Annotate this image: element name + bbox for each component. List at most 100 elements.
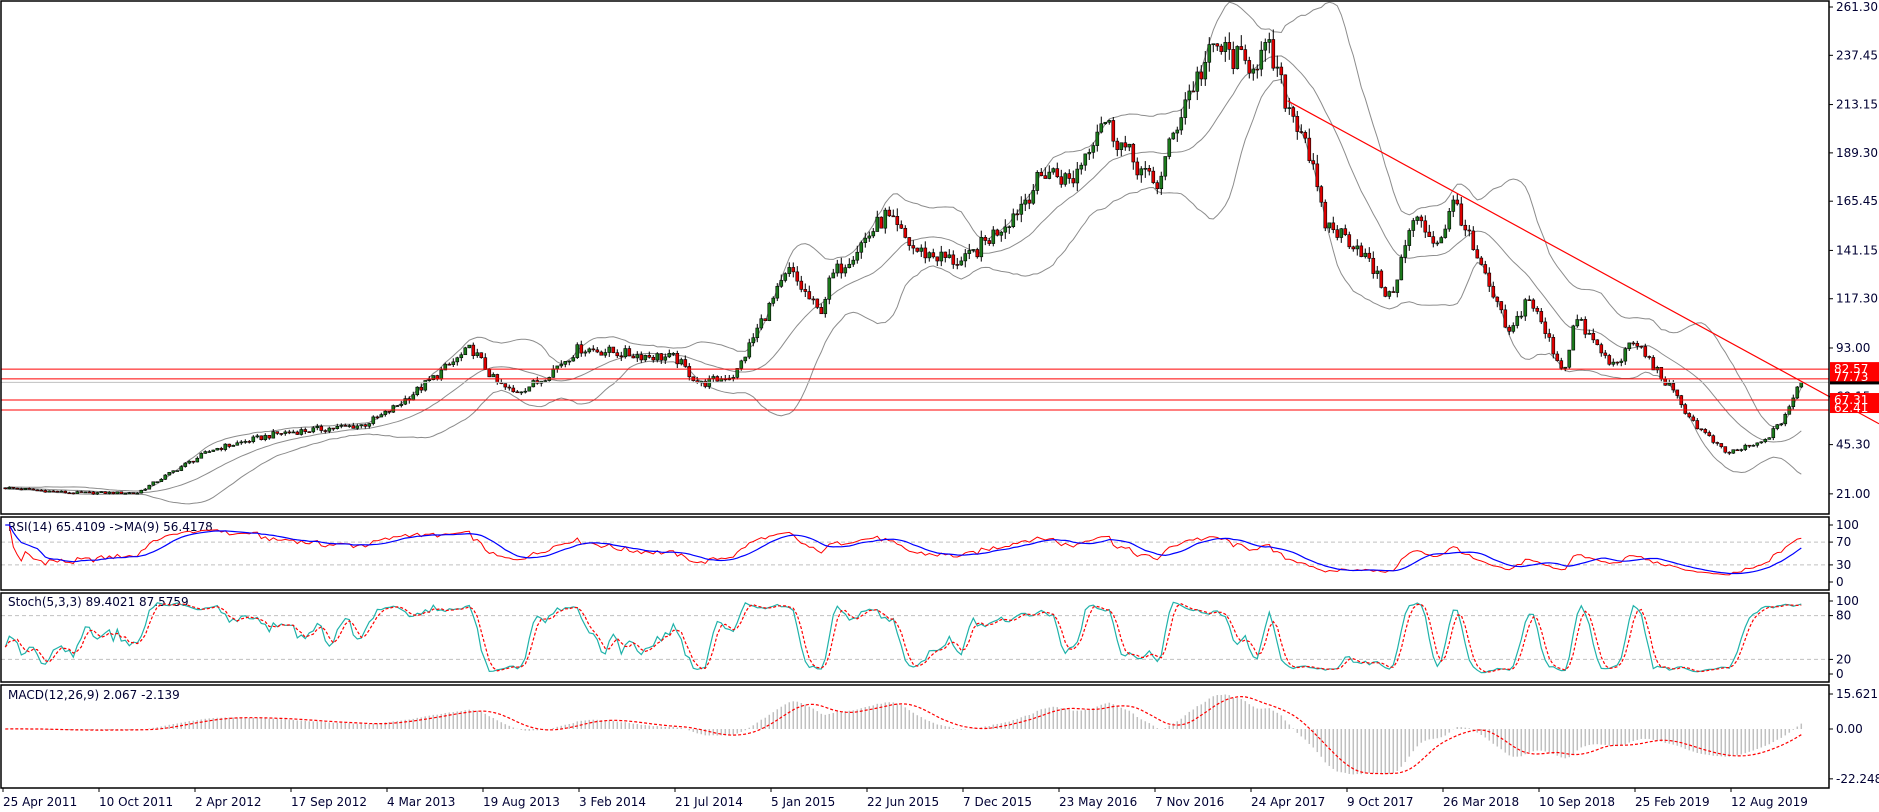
candle: [751, 333, 756, 347]
candle-body: [1795, 386, 1800, 399]
candle: [1055, 162, 1060, 179]
candle-body: [1483, 264, 1488, 274]
candle-body: [507, 386, 512, 389]
candle: [1771, 426, 1776, 441]
candle: [1783, 412, 1788, 427]
candle-body: [1199, 71, 1204, 80]
candle-body: [299, 429, 304, 435]
candle: [747, 338, 752, 360]
candle-body: [351, 425, 356, 429]
candle-body: [1503, 309, 1508, 328]
candle-body: [683, 359, 688, 367]
candle-body: [1735, 449, 1740, 452]
candle: [1331, 216, 1336, 234]
candle-body: [1119, 142, 1124, 150]
candle: [35, 489, 40, 492]
price-tag-label: 77.73: [1834, 370, 1868, 384]
candle: [391, 404, 396, 413]
date-axis-label: 19 Aug 2013: [483, 795, 560, 809]
candle-body: [947, 254, 952, 258]
candle: [267, 434, 272, 440]
candle-body: [267, 435, 272, 439]
candle: [283, 430, 288, 436]
candle: [247, 439, 252, 444]
candle-body: [1007, 226, 1012, 228]
candle: [847, 258, 852, 269]
candle-body: [1543, 321, 1548, 334]
candle: [1023, 193, 1028, 212]
candle: [455, 356, 460, 366]
candle: [1739, 448, 1744, 452]
rsi-panel[interactable]: RSI(14) 65.4109 ->MA(9) 56.4178: [1, 520, 1829, 576]
candle: [883, 207, 888, 234]
candle: [975, 247, 980, 259]
candle-body: [1711, 435, 1716, 443]
date-axis-label: 7 Dec 2015: [963, 795, 1032, 809]
candle-body: [587, 348, 592, 353]
candle: [207, 449, 212, 453]
candle: [1095, 124, 1100, 152]
candle-body: [987, 240, 992, 244]
candle: [1303, 130, 1308, 144]
candle-body: [135, 492, 140, 495]
candle: [1403, 239, 1408, 264]
candle-body: [787, 267, 792, 274]
candle-body: [1399, 257, 1404, 281]
candle-body: [1083, 153, 1088, 166]
candle-body: [475, 352, 480, 356]
candle: [1751, 444, 1756, 447]
candle: [1207, 37, 1212, 72]
candle: [1251, 64, 1256, 81]
candle-body: [1511, 325, 1516, 332]
candle-body: [1439, 237, 1444, 244]
date-axis-label: 24 Apr 2017: [1251, 795, 1325, 809]
candle: [1219, 43, 1224, 55]
candle: [1139, 166, 1144, 183]
candle-body: [175, 470, 180, 472]
candle-body: [839, 263, 844, 274]
candle-body: [399, 403, 404, 406]
candle-body: [339, 425, 344, 427]
candle: [1575, 314, 1580, 328]
candle-body: [1251, 68, 1256, 74]
date-axis-label: 22 Jun 2015: [867, 795, 939, 809]
candle: [1627, 342, 1632, 351]
candle-body: [1631, 342, 1636, 345]
candle: [619, 351, 624, 362]
candle-body: [1159, 175, 1164, 190]
candle: [711, 374, 716, 382]
candle: [263, 433, 268, 442]
candle-body: [383, 410, 388, 415]
candle-body: [823, 299, 828, 315]
candle-body: [1611, 361, 1616, 365]
candle: [67, 491, 72, 495]
candle-body: [751, 337, 756, 344]
stochastic-panel[interactable]: Stoch(5,3,3) 89.4021 87.5759: [1, 595, 1829, 674]
price-panel[interactable]: [1, 1, 1879, 505]
candle-body: [1283, 74, 1288, 109]
candle: [879, 216, 884, 229]
candle-body: [1279, 66, 1284, 76]
candle-body: [1475, 249, 1480, 259]
candle: [1367, 247, 1372, 263]
candle: [623, 345, 628, 359]
trading-chart[interactable]: RSI(14) 65.4109 ->MA(9) 56.4178 Stoch(5,…: [0, 0, 1879, 812]
candle-body: [803, 289, 808, 292]
candle: [191, 460, 196, 464]
candle: [1623, 347, 1628, 365]
candle-body: [1139, 168, 1144, 176]
candle: [767, 301, 772, 322]
candle: [551, 365, 556, 378]
candle: [815, 298, 820, 310]
candle-body: [1799, 382, 1804, 388]
price-axis-label: 261.30: [1836, 0, 1878, 14]
candle-body: [1191, 90, 1196, 93]
candle-body: [279, 433, 284, 435]
candle: [1571, 324, 1576, 351]
candle-body: [1491, 286, 1496, 298]
candle-body: [231, 444, 236, 447]
candle-body: [1447, 211, 1452, 230]
macd-panel[interactable]: MACD(12,26,9) 2.067 -2.139: [5, 688, 1803, 775]
candle-body: [687, 366, 692, 378]
candle-body: [759, 318, 764, 329]
